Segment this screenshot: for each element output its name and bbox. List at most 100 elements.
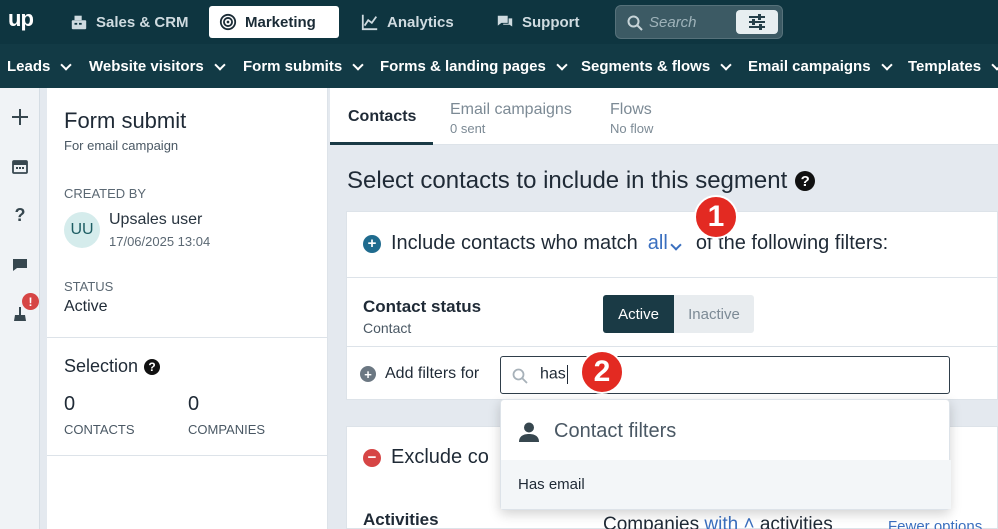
chat-icon[interactable] [10,255,30,275]
tab-flows[interactable]: Flows No flow [610,88,690,145]
segment-subtitle: For email campaign [64,138,179,153]
exclude-filters-header: − Exclude co [363,446,489,469]
subnav-forms-landing-pages[interactable]: Forms & landing pages [380,58,568,75]
companies-count-label: COMPANIES [188,422,266,437]
question-circle-icon[interactable]: ? [795,171,816,191]
nav-marketing[interactable]: Marketing [209,6,339,38]
filter-option-has-email[interactable]: Has email [501,460,951,509]
subnav-email-campaigns-label: Email campaigns [748,58,871,75]
minus-circle-icon: − [363,448,381,467]
help-icon[interactable]: ? [10,205,30,225]
nav-support[interactable]: Support [486,6,590,38]
chevron-down-icon [60,58,73,71]
filter-search-value: has [540,365,568,384]
subnav-form-submits[interactable]: Form submits [243,58,364,75]
search-icon [512,368,528,384]
subnav-email-campaigns[interactable]: Email campaigns [748,58,893,75]
user-icon [519,422,539,442]
chevron-down-icon [214,58,226,71]
search-icon [627,15,643,31]
contact-filters-group: Contact filters [518,420,676,443]
with-mode-select[interactable]: with ˄ [704,514,754,529]
notification-badge: ! [22,293,39,310]
tab-contacts-label: Contacts [348,108,417,125]
tab-flows-status: No flow [610,121,654,136]
include-filters-header: + Include contacts who match all of the … [363,232,888,255]
bullseye-icon [219,13,237,31]
text-cursor [566,365,568,384]
created-by-label: CREATED BY [64,186,147,201]
contacts-count-label: CONTACTS [64,422,135,437]
subnav-website-visitors-label: Website visitors [89,58,204,75]
step-marker-1: 1 [694,195,738,239]
created-date: 17/06/2025 13:04 [109,234,211,249]
tab-email-campaigns-label: Email campaigns [450,101,572,118]
plus-icon[interactable] [10,107,30,127]
subnav-segments-flows-label: Segments & flows [581,58,711,75]
app-logo[interactable]: up [8,6,34,32]
nav-sales-crm[interactable]: Sales & CRM [60,6,199,38]
contacts-count: 0 [64,393,76,415]
contact-filters-label: Contact filters [554,420,677,442]
activities-title: Activities [363,510,439,529]
match-mode-select[interactable]: all [648,232,686,255]
nav-support-label: Support [522,13,580,31]
quick-action-rail: ? ! [0,88,40,529]
with-mode-value: with [704,514,739,529]
avatar: UU [64,212,100,248]
status-label: STATUS [64,279,114,294]
divider [47,337,328,338]
creator-name: Upsales user [109,211,203,228]
subnav-leads-label: Leads [7,58,51,75]
status-inactive-toggle[interactable]: Inactive [674,295,754,333]
divider [47,455,328,456]
segment-title: Form submit [64,108,187,133]
add-filters-row: + Add filters for [360,365,479,383]
chevron-down-icon [352,58,364,71]
tab-flows-label: Flows [610,101,652,118]
subnav-segments-flows[interactable]: Segments & flows [581,58,732,75]
subnav-leads[interactable]: Leads [7,58,73,75]
chevron-down-icon [720,58,732,71]
plus-circle-icon: + [363,234,381,253]
include-prefix: Include contacts who match [391,232,638,254]
question-circle-icon[interactable]: ? [144,358,161,375]
selection-title: Selection [64,356,139,376]
chevron-down-icon [670,239,682,251]
tab-email-campaigns[interactable]: Email campaigns 0 sent [450,88,590,145]
status-active-toggle[interactable]: Active [603,295,674,333]
chevron-down-icon [556,58,568,71]
filter-search-text: has [540,365,566,383]
calendar-icon[interactable] [10,156,30,176]
companies-count: 0 [188,393,200,415]
contact-status-title: Contact status [363,297,482,316]
search-filter-button[interactable] [736,10,778,34]
segment-tabs: Contacts Email campaigns 0 sent Flows No… [330,88,998,145]
segment-info-panel: Form submit For email campaign CREATED B… [47,88,328,529]
nav-analytics-label: Analytics [387,13,454,31]
match-mode-value: all [647,232,668,254]
selection-heading: Selection ? [64,356,161,377]
companies-activities-rule: Companies with ˄ activities [603,514,833,529]
subnav-templates[interactable]: Templates [908,58,998,75]
nav-analytics[interactable]: Analytics [351,6,464,38]
filter-suggestions-dropdown: Contact filters Has email [500,399,951,510]
tab-contacts[interactable]: Contacts [330,88,433,145]
divider [347,346,998,347]
companies-suffix: activities [759,514,833,529]
subnav-forms-landing-pages-label: Forms & landing pages [380,58,546,75]
chevron-down-icon [991,58,998,71]
subnav-form-submits-label: Form submits [243,58,343,75]
nav-sales-crm-label: Sales & CRM [96,13,189,31]
add-filters-label: Add filters for [385,365,480,382]
fewer-options-link[interactable]: Fewer options [888,518,982,529]
filter-search-input[interactable]: has [500,356,950,394]
active-tab-indicator [330,142,433,145]
plus-circle-icon: + [360,366,376,382]
top-navigation-bar: up Sales & CRM Marketing Analytics Suppo… [0,0,998,44]
subnav-website-visitors[interactable]: Website visitors [89,58,226,75]
global-search[interactable]: Search [615,5,783,39]
chat-bubbles-icon [497,15,513,27]
page-title: Select contacts to include in this segme… [347,167,816,195]
exclude-label: Exclude co [391,446,489,468]
